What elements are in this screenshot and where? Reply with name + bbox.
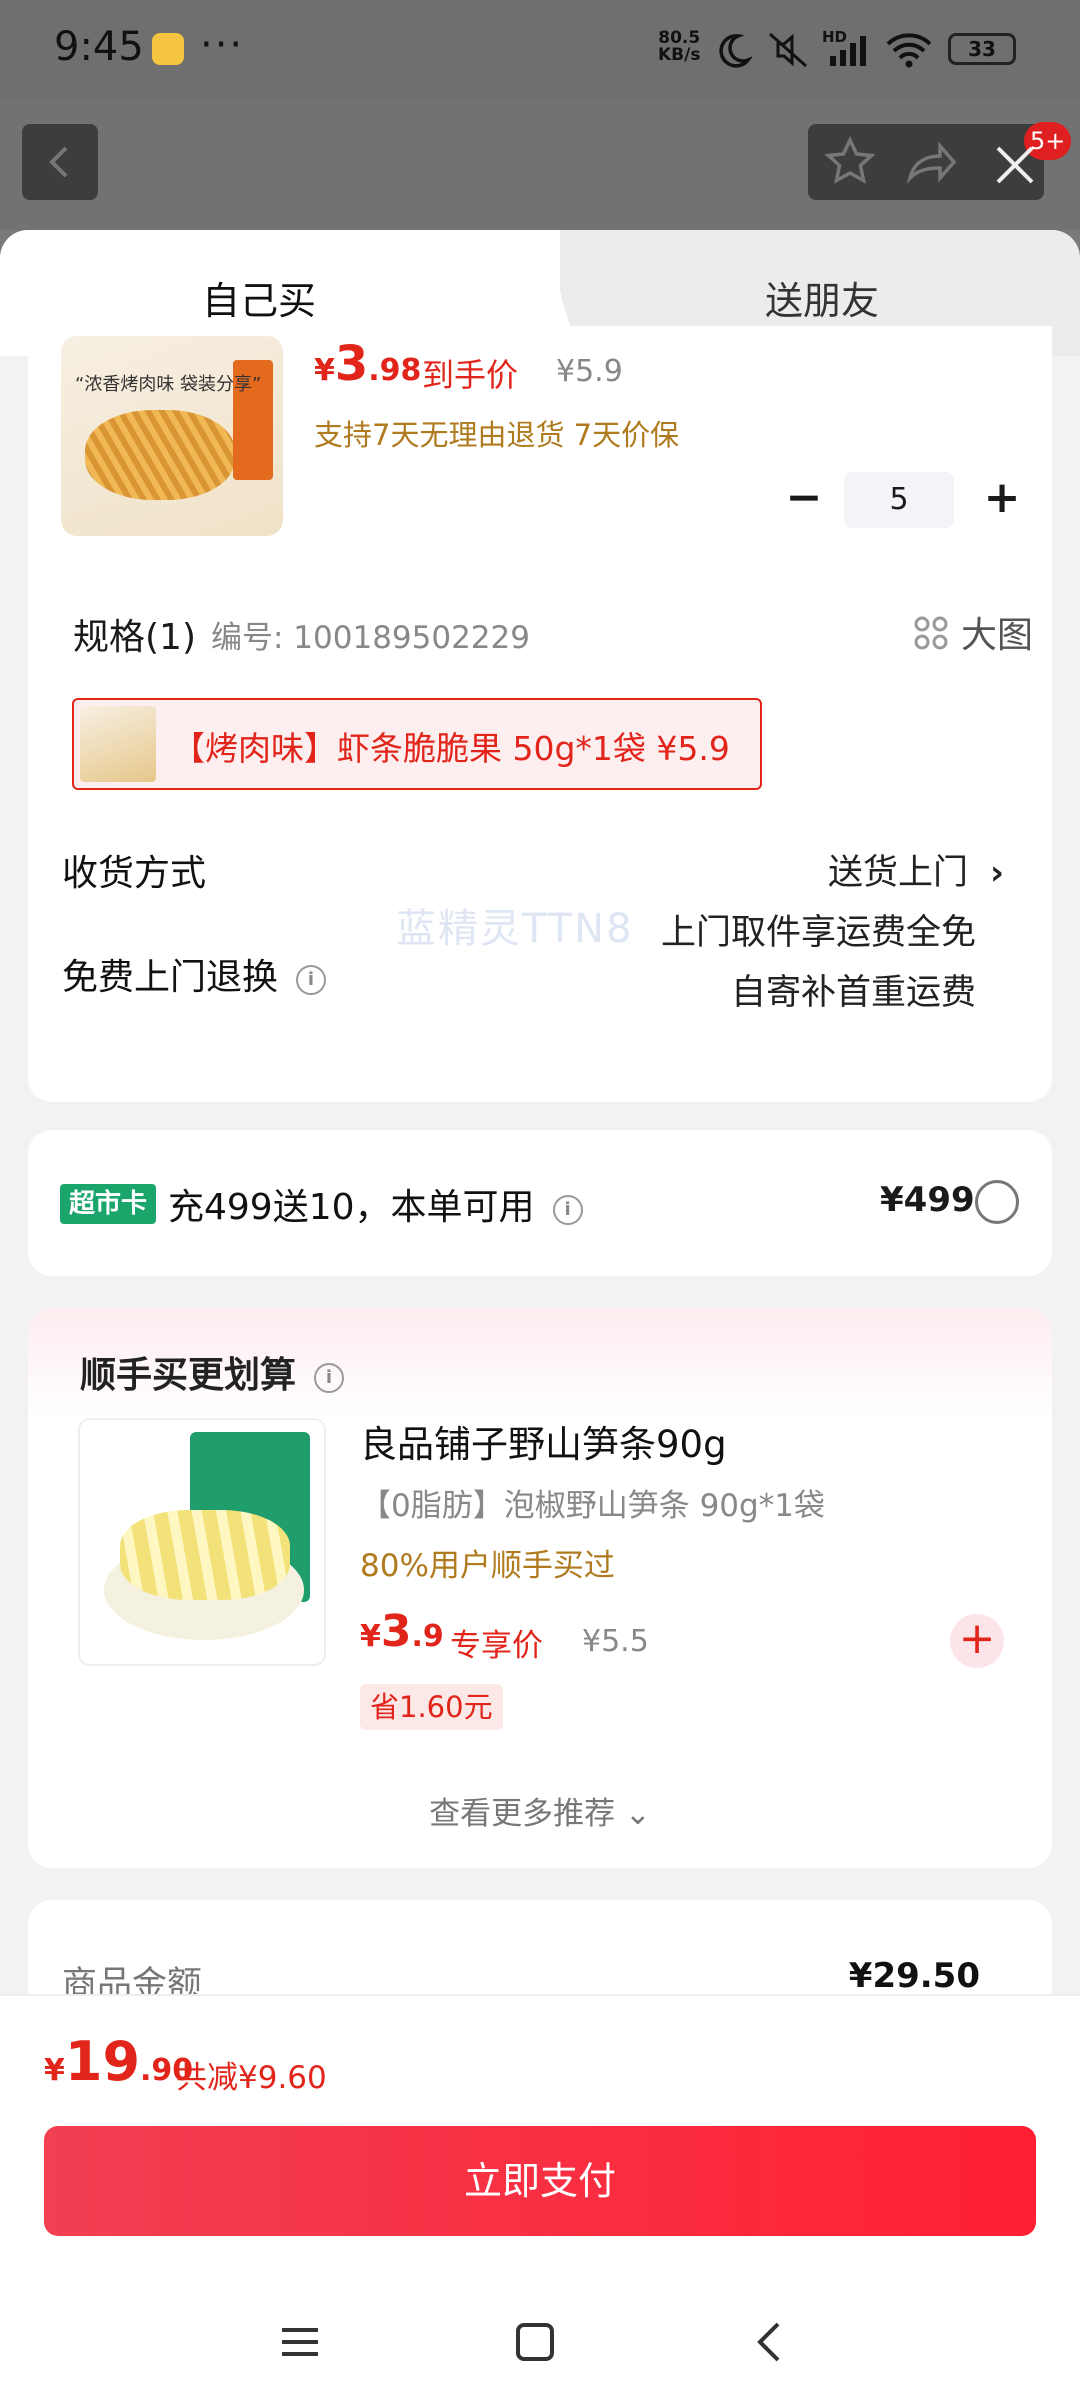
recommend-price-label: 专享价	[450, 1628, 543, 1664]
close-icon[interactable]	[990, 140, 1040, 190]
spec-row: 规格(1) 编号: 100189502229 大图	[73, 602, 1033, 662]
product-image-caption: “浓香烤肉味 袋装分享”	[75, 374, 262, 395]
recommend-product-subtitle: 【0脂肪】泡椒野山笋条 90g*1袋	[360, 1488, 825, 1524]
product-price-currency: ¥	[314, 353, 335, 388]
recommend-image-shoots	[120, 1510, 290, 1600]
supermarket-card-tag: 超市卡	[60, 1184, 156, 1224]
recommend-price-currency: ¥	[360, 1619, 381, 1654]
info-icon[interactable]: i	[314, 1363, 345, 1393]
recommend-price: ¥3.9	[360, 1606, 444, 1657]
add-recommend-button[interactable]: +	[950, 1614, 1004, 1668]
product-price: ¥3.98	[314, 336, 421, 392]
spec-option-label: 【烤肉味】虾条脆脆果 50g*1袋 ¥5.9	[172, 729, 730, 768]
spec-label: 规格(1)	[73, 617, 196, 658]
spec-option-thumbnail	[80, 706, 156, 782]
back-nav-icon[interactable]	[740, 2312, 800, 2372]
total-price-currency: ¥	[44, 2053, 65, 2088]
product-service-guarantee: 支持7天无理由退货 7天价保	[314, 418, 680, 452]
status-bar: 9:45 ··· 80.5 KB/s HD 33	[0, 0, 1080, 100]
background-header: 5+	[0, 100, 1080, 230]
mute-icon	[769, 32, 807, 68]
product-image-fries	[85, 410, 235, 500]
big-image-label: 大图	[960, 615, 1033, 656]
pay-now-button[interactable]: 立即支付	[44, 2126, 1036, 2236]
delivery-method-value: 送货上门	[827, 853, 968, 893]
system-nav-bar	[0, 2292, 1080, 2400]
free-return-line1: 上门取件享运费全免	[660, 913, 976, 953]
signal-icon	[830, 36, 866, 66]
supermarket-card-radio[interactable]	[975, 1180, 1019, 1224]
product-price-integer: 3	[334, 336, 369, 392]
delivery-label: 收货方式	[62, 853, 207, 894]
supermarket-card-text: 充499送10，本单可用 i	[168, 1178, 583, 1230]
total-price: ¥19.90	[44, 2030, 193, 2093]
notification-app-icon	[152, 33, 184, 65]
total-discount: 共减¥9.60	[176, 2060, 327, 2096]
recommend-price-decimal: .9	[411, 1619, 444, 1654]
status-more-icon: ···	[200, 22, 245, 68]
battery-indicator: 33	[948, 33, 1016, 65]
recommend-save-badge: 省1.60元	[360, 1684, 503, 1730]
product-image[interactable]: “浓香烤肉味 袋装分享”	[61, 336, 283, 536]
back-button[interactable]	[22, 124, 98, 200]
total-price-integer: 19	[64, 2030, 141, 2093]
recommend-original-price: ¥5.5	[582, 1624, 649, 1659]
quantity-increase-button[interactable]: +	[978, 476, 1026, 524]
share-icon[interactable]	[892, 124, 968, 200]
spec-option-selected[interactable]: 【烤肉味】虾条脆脆果 50g*1袋 ¥5.9	[72, 698, 762, 790]
status-time: 9:45	[54, 24, 144, 70]
home-icon[interactable]	[505, 2312, 565, 2372]
supermarket-card-offer[interactable]: 超市卡 充499送10，本单可用 i ¥499	[28, 1130, 1052, 1276]
wifi-icon	[886, 33, 932, 68]
free-return-label: 免费上门退换 i	[62, 948, 327, 1000]
moon-icon	[719, 34, 752, 68]
product-card: “浓香烤肉味 袋装分享” ¥3.98 到手价 ¥5.9 支持7天无理由退货 7天…	[28, 326, 1052, 1102]
product-price-label: 到手价	[422, 356, 519, 394]
info-icon[interactable]: i	[296, 965, 327, 995]
product-price-decimal: .98	[368, 353, 422, 388]
supermarket-card-desc: 充499送10，本单可用	[168, 1187, 535, 1228]
network-speed: 80.5 KB/s	[658, 30, 700, 64]
goods-amount-value: ¥29.50	[848, 1956, 980, 1996]
recommend-product-name[interactable]: 良品铺子野山笋条90g	[360, 1414, 727, 1468]
network-speed-unit: KB/s	[658, 45, 701, 65]
tab-send-friend-label: 送朋友	[765, 279, 880, 323]
tab-buy-self-label: 自己买	[202, 279, 317, 323]
watermark-text: 蓝精灵TTN8	[396, 906, 634, 952]
checkout-bar: ¥19.90 共减¥9.60 立即支付	[0, 1994, 1080, 2400]
checkout-divider	[0, 1994, 1080, 1996]
delivery-method-selector[interactable]: 送货上门 ›	[828, 844, 1004, 895]
free-return-text: 免费上门退换	[62, 957, 279, 998]
spec-code: 编号: 100189502229	[211, 620, 530, 656]
recommend-price-integer: 3	[380, 1606, 412, 1657]
recommend-product-image[interactable]	[78, 1418, 326, 1666]
recommend-card: 顺手买更划算 i 良品铺子野山笋条90g 【0脂肪】泡椒野山笋条 90g*1袋 8…	[28, 1308, 1052, 1868]
chevron-right-icon: ›	[989, 853, 1004, 893]
quantity-value[interactable]: 5	[844, 472, 954, 528]
chevron-left-icon	[49, 146, 68, 178]
free-return-line2: 自寄补首重运费	[730, 973, 976, 1013]
recommend-title-text: 顺手买更划算	[80, 1355, 297, 1396]
info-icon[interactable]: i	[552, 1195, 583, 1225]
product-original-price: ¥5.9	[556, 354, 623, 389]
grid-icon	[914, 616, 948, 650]
supermarket-card-price: ¥499	[880, 1180, 975, 1220]
star-icon[interactable]	[812, 124, 888, 200]
menu-icon[interactable]	[270, 2312, 330, 2372]
see-more-recommend-link[interactable]: 查看更多推荐 ⌄	[28, 1788, 1052, 1833]
big-image-button[interactable]: 大图	[913, 606, 1033, 658]
quantity-decrease-button[interactable]: −	[780, 476, 828, 524]
recommend-bought-rate: 80%用户顺手买过	[360, 1548, 615, 1584]
recommend-title: 顺手买更划算 i	[80, 1346, 345, 1398]
